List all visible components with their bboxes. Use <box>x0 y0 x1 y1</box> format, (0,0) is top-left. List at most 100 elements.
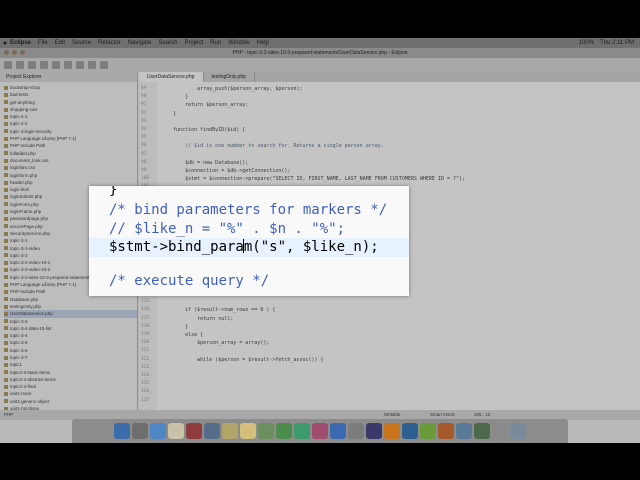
folder-icon <box>4 238 8 243</box>
folder-icon <box>4 275 8 280</box>
folder-icon <box>4 326 8 331</box>
safari-icon[interactable] <box>150 423 166 439</box>
menu-run[interactable]: Run <box>210 40 221 46</box>
menu-project[interactable]: Project <box>184 40 203 46</box>
clock[interactable]: Thu 2:11 PM <box>600 40 634 46</box>
menu-refactor[interactable]: Refactor <box>98 40 121 46</box>
mail-icon[interactable] <box>168 423 184 439</box>
external-tools-icon[interactable] <box>64 61 72 69</box>
forward-icon[interactable] <box>100 61 108 69</box>
back-icon[interactable] <box>88 61 96 69</box>
menu-source[interactable]: Source <box>72 40 91 46</box>
close-window-button[interactable] <box>4 50 9 55</box>
explorer-item[interactable]: fulladder.php <box>4 150 137 157</box>
finder-icon[interactable] <box>114 423 130 439</box>
explorer-item-label: PHP Include Path <box>10 289 46 295</box>
menu-help[interactable]: Help <box>256 40 268 46</box>
explorer-item[interactable]: shopping-cart <box>4 106 137 113</box>
run-icon[interactable] <box>52 61 60 69</box>
folder-icon <box>4 122 8 127</box>
explorer-item[interactable]: get-anything <box>4 99 137 106</box>
explorer-item[interactable]: UserDataService.php <box>4 310 137 318</box>
tab-testingonly[interactable]: testingOnly.php <box>204 72 255 82</box>
explorer-item[interactable]: topic-2-1 <box>4 113 137 120</box>
folder-icon <box>4 107 8 112</box>
explorer-item[interactable]: PHP Include Path <box>4 142 137 149</box>
explorer-item-label: login.html <box>10 187 30 193</box>
explorer-item[interactable]: topic-3-7 <box>4 354 137 361</box>
main-toolbar <box>0 58 640 72</box>
preview-icon[interactable] <box>456 423 472 439</box>
explorer-item[interactable]: topic2-3-static-items <box>4 369 137 376</box>
explorer-item[interactable]: topic-3-4-data-10-list <box>4 325 137 332</box>
downloads-icon[interactable] <box>492 423 508 439</box>
folder-icon <box>4 224 8 229</box>
explorer-item[interactable]: PHP Language Library [PHP 7.1] <box>4 135 137 142</box>
system-preferences-icon[interactable] <box>348 423 364 439</box>
explorer-item-label: PHP Language Library [PHP 7.1] <box>10 282 76 288</box>
xampp-icon[interactable] <box>384 423 400 439</box>
explorer-item[interactable]: topic2-3-final <box>4 383 137 390</box>
code-line: return $person_array; <box>161 102 249 109</box>
trash-icon[interactable] <box>510 423 526 439</box>
dock <box>72 419 568 443</box>
line-number: 90 <box>141 94 147 100</box>
launchpad-icon[interactable] <box>132 423 148 439</box>
project-explorer-title[interactable]: Project Explorer <box>0 72 137 82</box>
explorer-item[interactable]: unit1-generic-object <box>4 398 137 405</box>
menu-search[interactable]: Search <box>158 40 177 46</box>
explorer-item[interactable]: testingOnly.php <box>4 303 137 310</box>
code-line: } <box>161 94 189 101</box>
bind-param-text-end: m("s", $like_n); <box>243 239 379 255</box>
filezilla-icon[interactable] <box>438 423 454 439</box>
numbers-icon[interactable] <box>474 423 490 439</box>
messages-icon[interactable] <box>276 423 292 439</box>
menu-edit[interactable]: Edit <box>55 40 65 46</box>
explorer-item[interactable]: loginform.php <box>4 172 137 179</box>
explorer-item[interactable]: topic1 <box>4 361 137 368</box>
bind-param-text-start: $stmt->bind_para <box>109 239 244 255</box>
battery-status[interactable]: 100% <box>579 40 594 46</box>
facetime-icon[interactable] <box>294 423 310 439</box>
new-icon[interactable] <box>4 61 12 69</box>
zoom-window-button[interactable] <box>20 50 25 55</box>
explorer-item[interactable]: topic-3-5 <box>4 339 137 346</box>
apple-icon[interactable]: ● <box>0 40 10 47</box>
eclipse-icon[interactable] <box>366 423 382 439</box>
search-icon[interactable] <box>76 61 84 69</box>
explorer-item[interactable]: topic-3-3 <box>4 318 137 325</box>
app-store-icon[interactable] <box>330 423 346 439</box>
explorer-item[interactable]: loginhtm.css <box>4 164 137 171</box>
save-icon[interactable] <box>16 61 24 69</box>
explorer-item[interactable]: Database.php <box>4 296 137 303</box>
explorer-item[interactable]: bootstrap-shop <box>4 84 137 91</box>
explorer-item[interactable]: topic-3-login-security <box>4 128 137 135</box>
debug-icon[interactable] <box>40 61 48 69</box>
explorer-item[interactable]: bad-tests <box>4 91 137 98</box>
chrome-icon[interactable] <box>420 423 436 439</box>
explorer-item[interactable]: topic-3-6 <box>4 347 137 354</box>
reminders-icon[interactable] <box>240 423 256 439</box>
menu-file[interactable]: File <box>38 40 48 46</box>
app-menu[interactable]: Eclipse <box>10 40 31 46</box>
terminal-icon[interactable] <box>402 423 418 439</box>
minimize-window-button[interactable] <box>12 50 17 55</box>
explorer-item[interactable]: topic-3-4 <box>4 332 137 339</box>
tab-userdataservice[interactable]: UserDataService.php <box>139 72 204 82</box>
explorer-item[interactable]: topic-2-2 <box>4 120 137 127</box>
print-icon[interactable] <box>28 61 36 69</box>
menu-window[interactable]: Window <box>228 40 249 46</box>
explorer-item[interactable]: unit1-more <box>4 390 137 397</box>
zoom-line-bind-param: $stmt->bind_param("s", $like_n); <box>89 238 409 257</box>
menu-navigate[interactable]: Navigate <box>128 40 152 46</box>
explorer-item-label: shopping-cart <box>10 106 38 112</box>
contacts-icon[interactable] <box>204 423 220 439</box>
notes-icon[interactable] <box>222 423 238 439</box>
maps-icon[interactable] <box>258 423 274 439</box>
itunes-icon[interactable] <box>312 423 328 439</box>
calendar-icon[interactable] <box>186 423 202 439</box>
folder-icon <box>4 246 8 251</box>
explorer-item-label: securePage.php <box>10 223 43 229</box>
explorer-item[interactable]: document_look.css <box>4 157 137 164</box>
explorer-item[interactable]: topic2-3-abstract-items <box>4 376 137 383</box>
